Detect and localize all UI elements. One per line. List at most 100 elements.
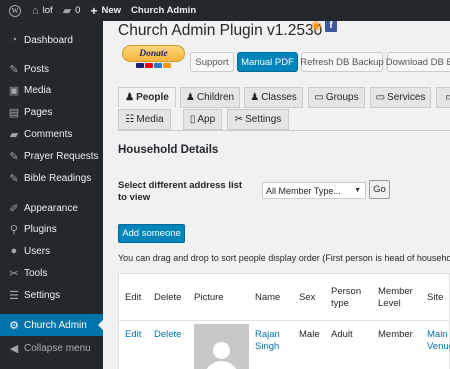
wordpress-icon: W xyxy=(9,4,21,17)
refresh-db-backup-button[interactable]: Refresh DB Backup xyxy=(300,52,384,72)
chevron-down-icon: ▼ xyxy=(354,187,361,194)
user-icon: ● xyxy=(10,245,18,257)
column-header: Name xyxy=(255,292,281,303)
more-icon: ▭ xyxy=(445,92,450,103)
comments-count: 0 xyxy=(75,5,81,16)
donate-button[interactable]: Donate xyxy=(122,45,185,62)
settings-icon: ☰ xyxy=(9,289,19,302)
sidebar-item-pages[interactable]: ▤ Pages xyxy=(0,101,103,123)
person-type: Adult xyxy=(331,329,353,340)
tab-services[interactable]: ▭ Services xyxy=(370,87,431,108)
tab-label: App xyxy=(197,114,216,125)
tab-groups[interactable]: ▭ Groups xyxy=(308,87,365,108)
pin-icon: ✎ xyxy=(9,150,19,163)
sidebar-item-media[interactable]: ▣ Media xyxy=(0,79,103,101)
tab-classes[interactable]: ♟ Classes xyxy=(244,87,303,108)
column-header: Site xyxy=(427,292,444,303)
avatar-placeholder-icon xyxy=(213,342,230,359)
delete-link[interactable]: Delete xyxy=(154,329,181,341)
tab-people[interactable]: ♟ People xyxy=(118,87,176,108)
section-title: Household Details xyxy=(118,144,219,156)
main-content: Church Admin Plugin v1.2530 ◉ f Donate S… xyxy=(103,21,450,369)
go-button[interactable]: Go xyxy=(369,180,390,199)
add-someone-button[interactable]: Add someone xyxy=(118,224,185,243)
amex-icon xyxy=(154,63,162,68)
comments-icon: ▰ xyxy=(9,128,19,141)
sidebar-item-appearance[interactable]: ✐ Appearance xyxy=(0,197,103,219)
sidebar-item-prayer-requests[interactable]: ✎ Prayer Requests xyxy=(0,145,103,167)
sidebar-item-tools[interactable]: ✂ Tools xyxy=(0,262,103,284)
sidebar-item-dashboard[interactable]: ◔ Dashboard xyxy=(0,29,103,51)
comment-icon: ▰ xyxy=(62,5,72,17)
sidebar-item-church-admin[interactable]: ⚙ Church Admin xyxy=(0,314,103,336)
tab-app[interactable]: ▯ App xyxy=(183,109,222,130)
edit-link[interactable]: Edit xyxy=(125,329,141,341)
support-button[interactable]: Support xyxy=(190,52,234,72)
home-icon: ⌂ xyxy=(32,4,39,17)
pin-icon: ✎ xyxy=(9,172,19,185)
facebook-icon[interactable]: f xyxy=(325,21,337,32)
sidebar-item-label: Tools xyxy=(24,267,48,279)
manual-pdf-button[interactable]: Manual PDF xyxy=(237,52,298,72)
plugin-icon: ⚲ xyxy=(9,223,19,236)
sidebar-item-bible-readings[interactable]: ✎ Bible Readings xyxy=(0,167,103,189)
tab-children[interactable]: ♟ Children xyxy=(180,87,240,108)
sidebar-item-label: Bible Readings xyxy=(24,172,92,184)
column-header: Picture xyxy=(194,292,224,303)
tab-more[interactable]: ▭ xyxy=(436,87,450,108)
tab-label: Groups xyxy=(325,92,359,103)
admin-bar: W ⌂ lof ▰ 0 + New Church Admin xyxy=(0,0,450,21)
collapse-icon: ◀ xyxy=(9,342,19,355)
person-photo xyxy=(194,324,249,369)
sidebar-item-plugins[interactable]: ⚲ Plugins xyxy=(0,218,103,240)
church-admin-bar-link[interactable]: Church Admin xyxy=(126,0,201,21)
wordpress-logo-link[interactable]: W xyxy=(0,0,27,21)
sidebar-item-comments[interactable]: ▰ Comments xyxy=(0,123,103,145)
person-name-link[interactable]: Rajan Singh xyxy=(255,329,285,353)
mastercard-icon xyxy=(145,63,153,68)
payment-cards xyxy=(122,63,185,69)
children-icon: ♟ xyxy=(185,92,195,103)
site-link[interactable]: Main Venue xyxy=(427,329,450,353)
tab-label: People xyxy=(136,92,169,103)
pages-icon: ▤ xyxy=(8,106,20,119)
comments-link[interactable]: ▰ 0 xyxy=(58,0,86,21)
rss-icon[interactable]: ◉ xyxy=(311,21,323,31)
sidebar-item-label: Prayer Requests xyxy=(24,150,99,162)
collapse-menu-button[interactable]: ◀ Collapse menu xyxy=(0,337,103,359)
dashboard-icon: ◔ xyxy=(10,34,18,46)
new-content-link[interactable]: + New xyxy=(85,0,126,21)
sidebar-item-label: Collapse menu xyxy=(24,342,91,354)
app-icon: ▯ xyxy=(189,114,196,125)
sidebar-item-users[interactable]: ● Users xyxy=(0,240,103,262)
new-label: New xyxy=(101,5,122,16)
address-list-label: Select different address list to view xyxy=(118,180,243,203)
plus-icon: + xyxy=(90,3,98,18)
sidebar-item-label: Appearance xyxy=(24,202,78,214)
sidebar-item-label: Posts xyxy=(24,63,50,75)
sidebar-item-label: Church Admin xyxy=(24,319,87,331)
site-name-link[interactable]: ⌂ lof xyxy=(27,0,58,21)
tab-label: Children xyxy=(196,92,235,103)
sidebar-item-label: Pages xyxy=(24,106,53,118)
person-sex: Male xyxy=(299,329,320,340)
pin-icon: ✎ xyxy=(9,63,19,76)
tab-label: Settings xyxy=(245,114,282,125)
sidebar-item-label: Users xyxy=(24,245,51,257)
download-db-backup-button[interactable]: Download DB Backup xyxy=(386,52,450,72)
column-header: Person type xyxy=(331,286,362,309)
tab-divider xyxy=(118,130,450,131)
sidebar-item-label: Comments xyxy=(24,128,73,140)
drag-drop-note: You can drag and drop to sort people dis… xyxy=(118,253,450,263)
column-header: Sex xyxy=(299,292,316,303)
discover-icon xyxy=(163,63,171,68)
page-title: Church Admin Plugin v1.2530 xyxy=(118,22,323,39)
tab-media[interactable]: ☷ Media xyxy=(118,109,171,130)
services-icon: ▭ xyxy=(375,92,386,103)
sidebar-item-settings[interactable]: ☰ Settings xyxy=(0,284,103,306)
tab-settings[interactable]: ✂ Settings xyxy=(227,109,289,130)
sidebar-item-posts[interactable]: ✎ Posts xyxy=(0,58,103,80)
address-list-select[interactable]: All Member Type... ▼ xyxy=(262,182,366,199)
admin-sidebar: ◔ Dashboard ✎ Posts ▣ Media ▤ Pages ▰ Co… xyxy=(0,21,103,369)
avatar-body-shape xyxy=(204,361,239,369)
